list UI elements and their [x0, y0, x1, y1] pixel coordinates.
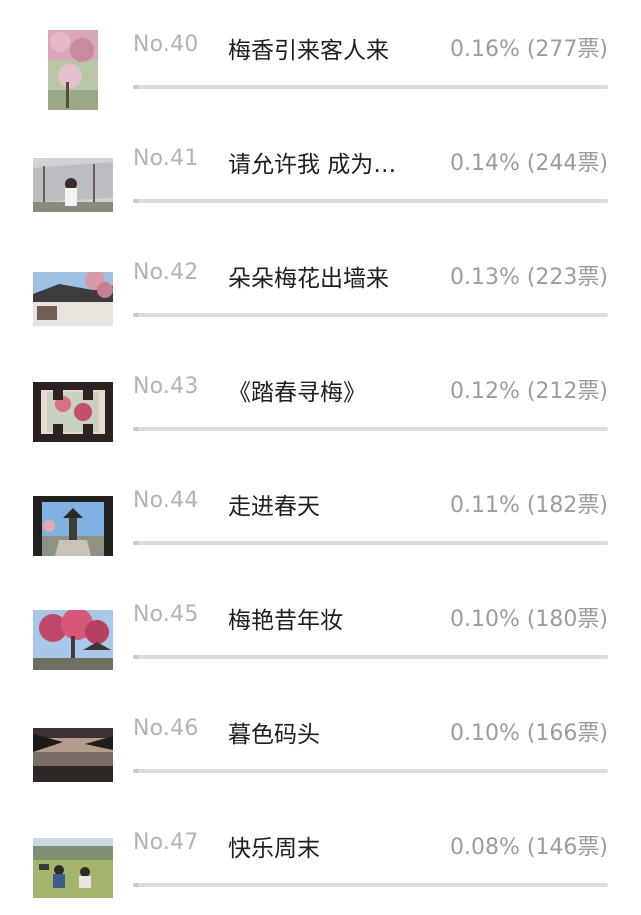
vote-progress-bar — [133, 85, 608, 89]
entry-votes: 0.14% (244票) — [449, 151, 608, 176]
entry-title[interactable]: 朵朵梅花出墙来 — [228, 259, 389, 293]
list-item[interactable]: No.47 快乐周末 0.08% (146票) — [0, 798, 641, 912]
list-item[interactable]: No.43 《踏春寻梅》 0.12% (212票) — [0, 342, 641, 456]
vote-progress-bar — [133, 655, 608, 659]
vote-progress-fill — [133, 883, 138, 887]
entry-rank: No.40 — [133, 32, 199, 57]
entry-title[interactable]: 请允许我 成为… — [228, 145, 396, 179]
entry-rank: No.42 — [133, 260, 199, 285]
entry-rank: No.44 — [133, 488, 199, 513]
entry-thumbnail[interactable] — [33, 496, 113, 556]
entry-votes: 0.10% (180票) — [449, 607, 608, 632]
ranking-list: No.40 梅香引来客人来 0.16% (277票) No.41 请允许我 成为… — [0, 0, 641, 915]
entry-thumbnail[interactable] — [33, 158, 113, 212]
entry-rank: No.43 — [133, 374, 199, 399]
vote-progress-fill — [133, 313, 138, 317]
entry-votes: 0.16% (277票) — [449, 37, 608, 62]
entry-votes: 0.10% (166票) — [449, 721, 608, 746]
entry-title[interactable]: 梅艳昔年妆 — [228, 601, 343, 635]
vote-progress-fill — [133, 85, 138, 89]
entry-votes: 0.08% (146票) — [449, 835, 608, 860]
list-item[interactable]: No.40 梅香引来客人来 0.16% (277票) — [0, 0, 641, 114]
vote-progress-fill — [133, 427, 138, 431]
entry-thumbnail[interactable] — [33, 610, 113, 670]
entry-title[interactable]: 暮色码头 — [228, 715, 320, 749]
entry-thumbnail[interactable] — [33, 838, 113, 898]
vote-progress-fill — [133, 769, 138, 773]
list-item[interactable]: No.41 请允许我 成为… 0.14% (244票) — [0, 114, 641, 228]
vote-progress-bar — [133, 427, 608, 431]
entry-thumbnail[interactable] — [33, 382, 113, 442]
entry-title[interactable]: 《踏春寻梅》 — [228, 373, 366, 407]
list-item[interactable]: No.46 暮色码头 0.10% (166票) — [0, 684, 641, 798]
list-item[interactable]: No.42 朵朵梅花出墙来 0.13% (223票) — [0, 228, 641, 342]
list-item[interactable]: No.44 走进春天 0.11% (182票) — [0, 456, 641, 570]
entry-title[interactable]: 梅香引来客人来 — [228, 31, 389, 65]
vote-progress-bar — [133, 541, 608, 545]
vote-progress-bar — [133, 199, 608, 203]
entry-votes: 0.12% (212票) — [449, 379, 608, 404]
vote-progress-bar — [133, 883, 608, 887]
entry-votes: 0.11% (182票) — [449, 493, 608, 518]
entry-thumbnail[interactable] — [33, 272, 113, 326]
entry-thumbnail[interactable] — [48, 30, 98, 110]
vote-progress-bar — [133, 769, 608, 773]
vote-progress-fill — [133, 541, 138, 545]
entry-votes: 0.13% (223票) — [449, 265, 608, 290]
list-item[interactable]: No.45 梅艳昔年妆 0.10% (180票) — [0, 570, 641, 684]
entry-rank: No.46 — [133, 716, 199, 741]
entry-title[interactable]: 快乐周末 — [228, 829, 320, 863]
entry-rank: No.41 — [133, 146, 199, 171]
entry-rank: No.45 — [133, 602, 199, 627]
entry-thumbnail[interactable] — [33, 728, 113, 782]
entry-title[interactable]: 走进春天 — [228, 487, 320, 521]
entry-rank: No.47 — [133, 830, 199, 855]
vote-progress-fill — [133, 199, 138, 203]
vote-progress-fill — [133, 655, 138, 659]
vote-progress-bar — [133, 313, 608, 317]
